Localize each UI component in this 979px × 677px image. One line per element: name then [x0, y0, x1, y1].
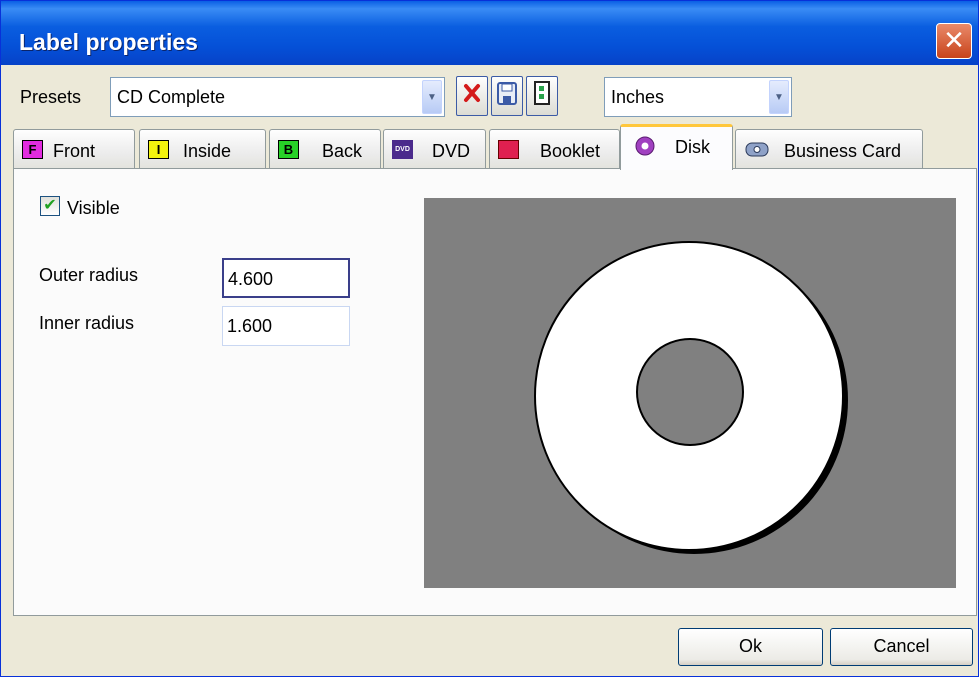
outer-radius-input[interactable] — [228, 269, 343, 290]
clipboard-icon — [534, 81, 550, 105]
outer-radius-label: Outer radius — [39, 265, 139, 285]
tab-disk[interactable]: Disk — [620, 124, 733, 170]
cancel-button[interactable]: Cancel — [830, 628, 973, 666]
tab-back[interactable]: B Back — [269, 129, 381, 169]
tab-back-label: Back — [322, 141, 363, 161]
close-button[interactable]: ✕ — [936, 23, 972, 59]
tab-business-card-label: Business Card — [784, 141, 902, 161]
save-preset-button[interactable] — [491, 76, 523, 116]
save-icon — [497, 82, 517, 105]
tab-inside-label: Inside — [183, 141, 232, 161]
chevron-down-icon[interactable]: ▼ — [769, 80, 789, 114]
ok-button[interactable]: Ok — [678, 628, 823, 666]
delete-icon — [464, 84, 480, 102]
tab-inside[interactable]: I Inside — [139, 129, 266, 169]
booklet-icon — [498, 140, 519, 159]
disk-icon — [635, 136, 655, 156]
visible-label: Visible — [67, 198, 120, 218]
presets-dropdown-value: CD Complete — [117, 87, 226, 107]
clipboard-preset-button[interactable] — [526, 76, 558, 116]
disk-preview — [424, 198, 956, 588]
disk-tab-panel: ✔ Visible Outer radius Inner radius — [13, 168, 977, 616]
units-dropdown-value: Inches — [611, 87, 665, 107]
back-icon: B — [278, 140, 299, 159]
disk-hole — [636, 338, 744, 446]
presets-label: Presets — [20, 87, 82, 107]
dvd-icon: DVD — [392, 140, 413, 159]
label-properties-dialog: Label properties ✕ Presets CD Complete ▼… — [0, 0, 979, 677]
title-bar[interactable]: Label properties ✕ — [1, 1, 978, 65]
tab-business-card[interactable]: Business Card — [735, 129, 923, 169]
tab-front-label: Front — [53, 141, 96, 161]
visible-checkbox[interactable]: ✔ — [40, 196, 60, 216]
inner-radius-label: Inner radius — [39, 313, 135, 333]
tab-disk-label: Disk — [675, 137, 710, 157]
tab-dvd-label: DVD — [432, 141, 471, 161]
disk-preview-canvas — [534, 241, 848, 554]
inside-icon: I — [148, 140, 169, 159]
inner-radius-field[interactable] — [222, 306, 350, 346]
tab-front[interactable]: F Front — [13, 129, 135, 169]
business-card-icon — [745, 142, 769, 157]
tab-booklet[interactable]: Booklet — [489, 129, 620, 169]
units-dropdown[interactable]: Inches ▼ — [604, 77, 792, 117]
presets-dropdown[interactable]: CD Complete ▼ — [110, 77, 445, 117]
tab-booklet-label: Booklet — [540, 141, 601, 161]
tab-dvd[interactable]: DVD DVD — [383, 129, 486, 169]
delete-preset-button[interactable] — [456, 76, 488, 116]
window-title: Label properties — [19, 29, 198, 55]
outer-radius-field[interactable] — [222, 258, 350, 298]
inner-radius-input[interactable] — [227, 316, 342, 337]
front-icon: F — [22, 140, 43, 159]
chevron-down-icon[interactable]: ▼ — [422, 80, 442, 114]
